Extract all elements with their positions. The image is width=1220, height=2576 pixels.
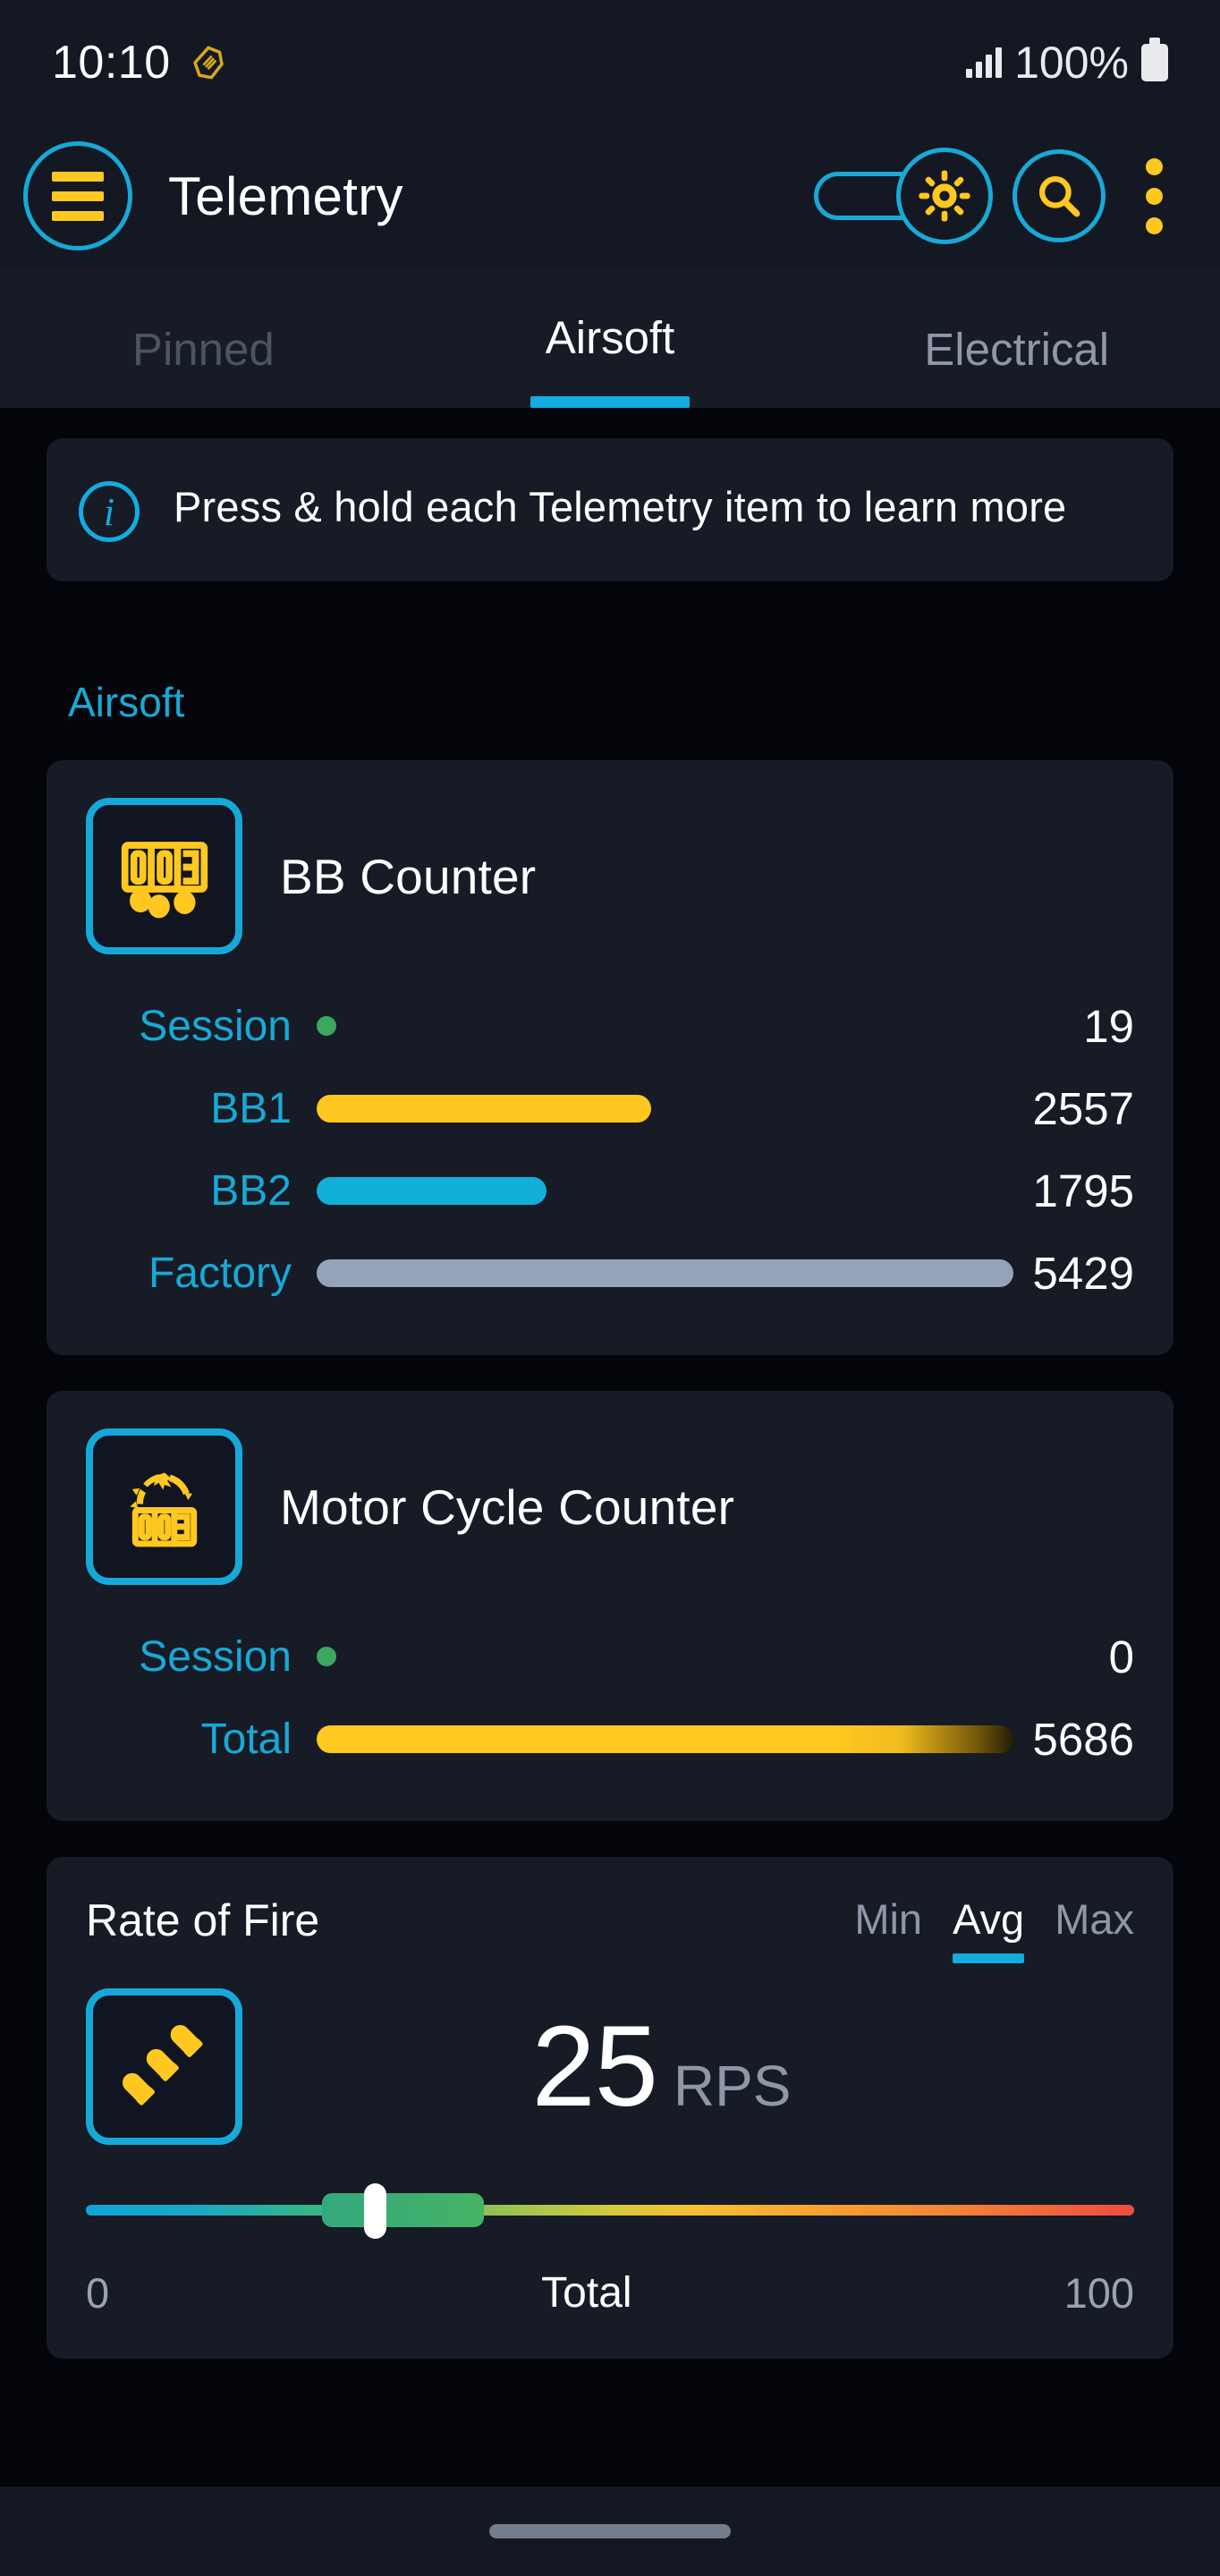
row-session[interactable]: Session 0 (86, 1615, 1134, 1698)
card-motor-cycle-counter[interactable]: Motor Cycle Counter Session 0 Total 5686 (47, 1391, 1173, 1821)
bullets-diagonal-icon (86, 1988, 242, 2145)
row-bar-track (292, 1724, 1013, 1753)
gear-icon (896, 148, 993, 244)
row-total[interactable]: Total 5686 (86, 1698, 1134, 1780)
row-value: 1795 (1032, 1165, 1134, 1216)
phone-screen: 10:10 100% Telemetry Pinned Airsoft Elec… (0, 0, 1220, 2576)
rate-of-fire-header: Rate of Fire Min Avg Max (86, 1894, 1134, 1963)
row-factory[interactable]: Factory 5429 (86, 1232, 1134, 1314)
search-icon[interactable] (1012, 149, 1106, 242)
tab-electrical-label: Electrical (924, 324, 1110, 375)
row-label: BB1 (210, 1084, 292, 1132)
slider-range-highlight (321, 2193, 485, 2227)
aggregate-selector: Min Avg Max (854, 1894, 1134, 1963)
tab-electrical[interactable]: Electrical (813, 267, 1220, 408)
slider-max-label: 100 (1063, 2269, 1134, 2317)
card-header: BB Counter (86, 798, 1134, 954)
card-title: Rate of Fire (86, 1895, 320, 1945)
segment-max[interactable]: Max (1055, 1894, 1134, 1963)
status-dot (317, 1016, 336, 1036)
segment-avg-label: Avg (953, 1895, 1025, 1943)
row-value: 5686 (1032, 1713, 1134, 1765)
row-bar-track (292, 1094, 1013, 1123)
status-bar-left: 10:10 (52, 39, 226, 86)
seven-segment-bb-counter-icon (86, 798, 242, 954)
settings-gear-toggle-icon[interactable] (814, 148, 993, 244)
row-label: Session (139, 1632, 292, 1681)
status-bar: 10:10 100% (0, 0, 1220, 125)
content-area: i Press & hold each Telemetry item to le… (0, 408, 1220, 2487)
row-bar-fill (317, 1094, 651, 1123)
row-label: Total (200, 1715, 292, 1763)
segment-active-indicator (953, 1953, 1025, 1963)
row-value: 19 (1083, 1000, 1134, 1052)
section-header-airsoft: Airsoft (68, 679, 185, 725)
status-dot (317, 1647, 336, 1666)
slider-labels: 0 Total 100 (86, 2268, 1134, 2318)
app-bar-actions (814, 148, 1188, 244)
row-label: Factory (148, 1249, 292, 1297)
segment-indicator (1055, 1953, 1134, 1963)
row-label: Session (139, 1002, 292, 1050)
row-bb2[interactable]: BB2 1795 (86, 1149, 1134, 1232)
rate-of-fire-value: 25 (531, 2002, 658, 2131)
card-bb-counter[interactable]: BB Counter Session 19 BB1 2557 BB2 1795 (47, 760, 1173, 1355)
info-circle-icon: i (79, 481, 140, 542)
rate-of-fire-slider[interactable] (86, 2183, 1134, 2239)
slider-thumb[interactable] (363, 2183, 386, 2239)
card-header: Motor Cycle Counter (86, 1428, 1134, 1585)
row-label: BB2 (210, 1166, 292, 1215)
hamburger-menu-icon[interactable] (23, 141, 132, 250)
overflow-menu-icon[interactable] (1120, 148, 1188, 244)
row-bb1[interactable]: BB1 2557 (86, 1067, 1134, 1149)
status-bar-right: 100% (966, 38, 1168, 88)
info-banner-text: Press & hold each Telemetry item to lear… (174, 483, 1067, 530)
page-title: Telemetry (168, 165, 403, 226)
row-bar-fill (317, 1258, 1013, 1287)
tab-active-indicator (530, 396, 690, 408)
row-bar-fill (317, 1724, 1013, 1753)
segment-avg[interactable]: Avg (953, 1894, 1025, 1963)
row-value: 5429 (1032, 1247, 1134, 1299)
rate-of-fire-value-group: 25 RPS (242, 2002, 1134, 2131)
battery-full-icon (1141, 38, 1168, 81)
card-rows: Session 19 BB1 2557 BB2 1795 Factory 542… (86, 985, 1134, 1314)
row-value: 0 (1108, 1631, 1134, 1682)
system-nav-bar (0, 2487, 1220, 2576)
status-clock: 10:10 (52, 37, 171, 89)
card-rate-of-fire[interactable]: Rate of Fire Min Avg Max 25 RPS 0 Total … (47, 1857, 1173, 2359)
signal-bars-icon (966, 47, 1003, 78)
rate-of-fire-unit: RPS (673, 2053, 792, 2118)
tab-bar: Pinned Airsoft Electrical (0, 267, 1220, 408)
row-session[interactable]: Session 19 (86, 985, 1134, 1067)
segment-min-label: Min (854, 1895, 923, 1943)
slider-track (86, 2205, 1134, 2216)
row-bar-track (292, 1258, 1013, 1287)
segment-max-label: Max (1055, 1895, 1134, 1943)
rate-of-fire-body: 25 RPS (86, 1988, 1134, 2145)
slider-min-label: 0 (86, 2269, 110, 2317)
card-title: BB Counter (280, 848, 537, 904)
nfc-badge-icon (192, 46, 224, 80)
row-bar-track (292, 1176, 1013, 1205)
segment-indicator (854, 1953, 922, 1963)
info-banner: i Press & hold each Telemetry item to le… (47, 438, 1173, 581)
row-indicator (292, 1647, 1089, 1666)
row-value: 2557 (1032, 1082, 1134, 1134)
battery-percent-label: 100% (1014, 38, 1129, 88)
tab-airsoft-label: Airsoft (545, 312, 675, 363)
row-bar-fill (317, 1176, 546, 1205)
app-bar: Telemetry (0, 125, 1220, 267)
segment-min[interactable]: Min (854, 1894, 922, 1963)
slider-mid-label: Total (541, 2269, 632, 2317)
motor-cycle-counter-icon (86, 1428, 242, 1585)
card-rows: Session 0 Total 5686 (86, 1615, 1134, 1780)
tab-pinned-label: Pinned (131, 324, 275, 375)
card-title: Motor Cycle Counter (280, 1479, 735, 1535)
row-indicator (292, 1016, 1063, 1036)
tab-airsoft[interactable]: Airsoft (407, 267, 814, 408)
home-gesture-pill[interactable] (489, 2524, 731, 2538)
tab-pinned[interactable]: Pinned (0, 267, 407, 408)
